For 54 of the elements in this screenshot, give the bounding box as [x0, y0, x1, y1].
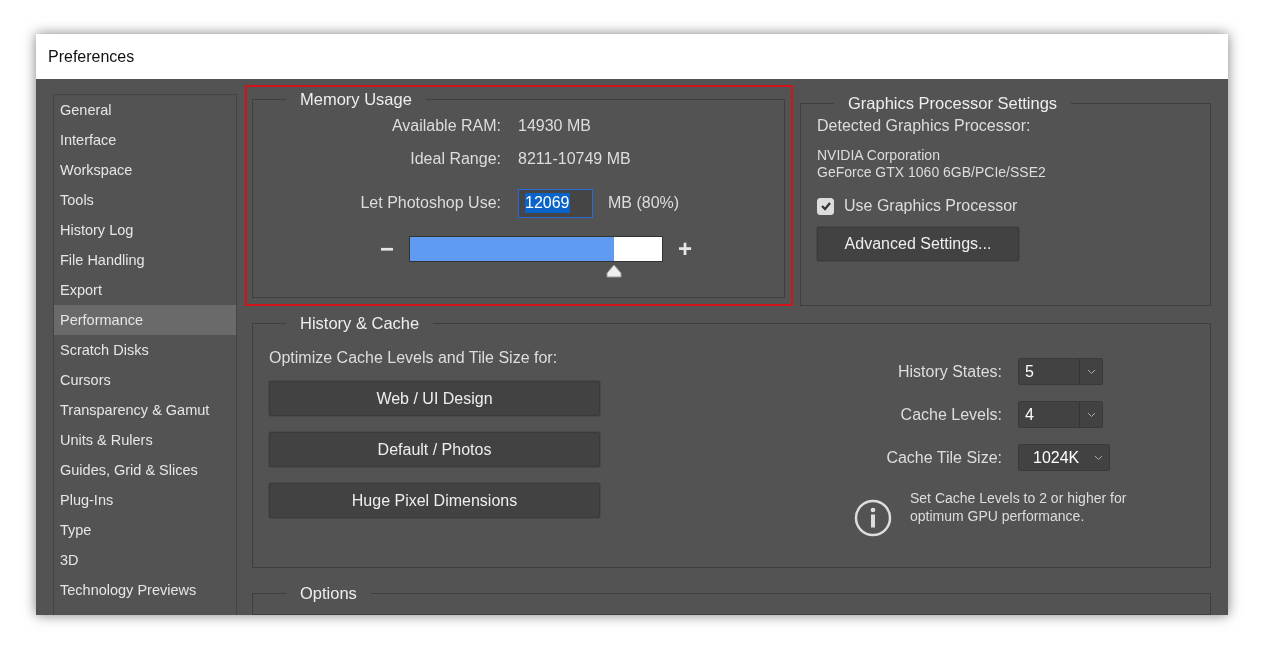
increase-button[interactable]: +: [671, 235, 699, 263]
sidebar-item[interactable]: Workspace: [54, 155, 236, 185]
field-label: Optimize Cache Levels and Tile Size for:: [269, 349, 559, 367]
sidebar-item[interactable]: History Log: [54, 215, 236, 245]
dropdown[interactable]: 5: [1018, 358, 1103, 385]
chevron-down-icon: [1086, 368, 1096, 375]
section-title: Graphics Processor Settings: [847, 94, 1059, 113]
field-label: History States:: [896, 362, 1003, 381]
advanced-settings-button[interactable]: Advanced Settings...: [817, 227, 1019, 261]
dropdown[interactable]: 1024K: [1018, 444, 1110, 471]
sidebar-item[interactable]: Type: [54, 515, 236, 545]
sidebar-item[interactable]: Export: [54, 275, 236, 305]
slider-thumb[interactable]: [606, 264, 623, 278]
sidebar-item[interactable]: Scratch Disks: [54, 335, 236, 365]
section-title: History & Cache: [299, 314, 421, 333]
sidebar-item[interactable]: File Handling: [54, 245, 236, 275]
preset-button[interactable]: Huge Pixel Dimensions: [269, 483, 600, 518]
info-text: Set Cache Levels to 2 or higher for optimum GPU performance.: [910, 489, 1128, 526]
field-label: Cache Tile Size:: [885, 448, 1003, 467]
check-icon: [819, 200, 832, 212]
preset-button[interactable]: Web / UI Design: [269, 381, 600, 416]
section-title: Memory Usage: [299, 90, 413, 109]
sidebar-item[interactable]: Performance: [54, 305, 236, 335]
sidebar-item[interactable]: Units & Rulers: [54, 425, 236, 455]
preset-button[interactable]: Default / Photos: [269, 432, 600, 467]
memory-input-field[interactable]: 12069: [518, 188, 593, 218]
sidebar-item[interactable]: Transparency & Gamut: [54, 395, 236, 425]
processor-name: NVIDIA Corporation: [817, 147, 941, 164]
percent-label: MB (80%): [608, 194, 680, 212]
field-label: Detected Graphics Processor:: [817, 117, 1032, 135]
sidebar-item[interactable]: Interface: [54, 125, 236, 155]
field-label: Let Photoshop Use:: [359, 194, 502, 212]
sidebar-item[interactable]: Tools: [54, 185, 236, 215]
sidebar-item[interactable]: Guides, Grid & Slices: [54, 455, 236, 485]
dropdown[interactable]: 4: [1018, 401, 1103, 428]
field-label: Available RAM:: [390, 116, 502, 135]
chevron-down-icon: [1094, 454, 1103, 461]
sidebar-item[interactable]: Plug-Ins: [54, 485, 236, 515]
sidebar-item[interactable]: Cursors: [54, 365, 236, 395]
processor-name: GeForce GTX 1060 6GB/PCIe/SSE2: [817, 164, 1047, 181]
field-label: Ideal Range:: [409, 149, 502, 168]
field-value: 14930 MB: [518, 116, 591, 135]
section-title: Options: [299, 584, 358, 603]
sidebar-item[interactable]: Technology Previews: [54, 575, 236, 605]
field-label: Cache Levels:: [899, 405, 1003, 424]
checkbox-label: Use Graphics Processor: [844, 197, 1018, 215]
checkbox[interactable]: [817, 197, 834, 215]
chevron-down-icon: [1086, 411, 1096, 418]
decrease-button[interactable]: −: [373, 235, 401, 263]
info-icon: [854, 499, 892, 537]
window-title: Preferences: [48, 47, 135, 66]
field-value: 8211-10749 MB: [518, 149, 631, 168]
sidebar-item[interactable]: 3D: [54, 545, 236, 575]
sidebar-item[interactable]: General: [54, 95, 236, 125]
